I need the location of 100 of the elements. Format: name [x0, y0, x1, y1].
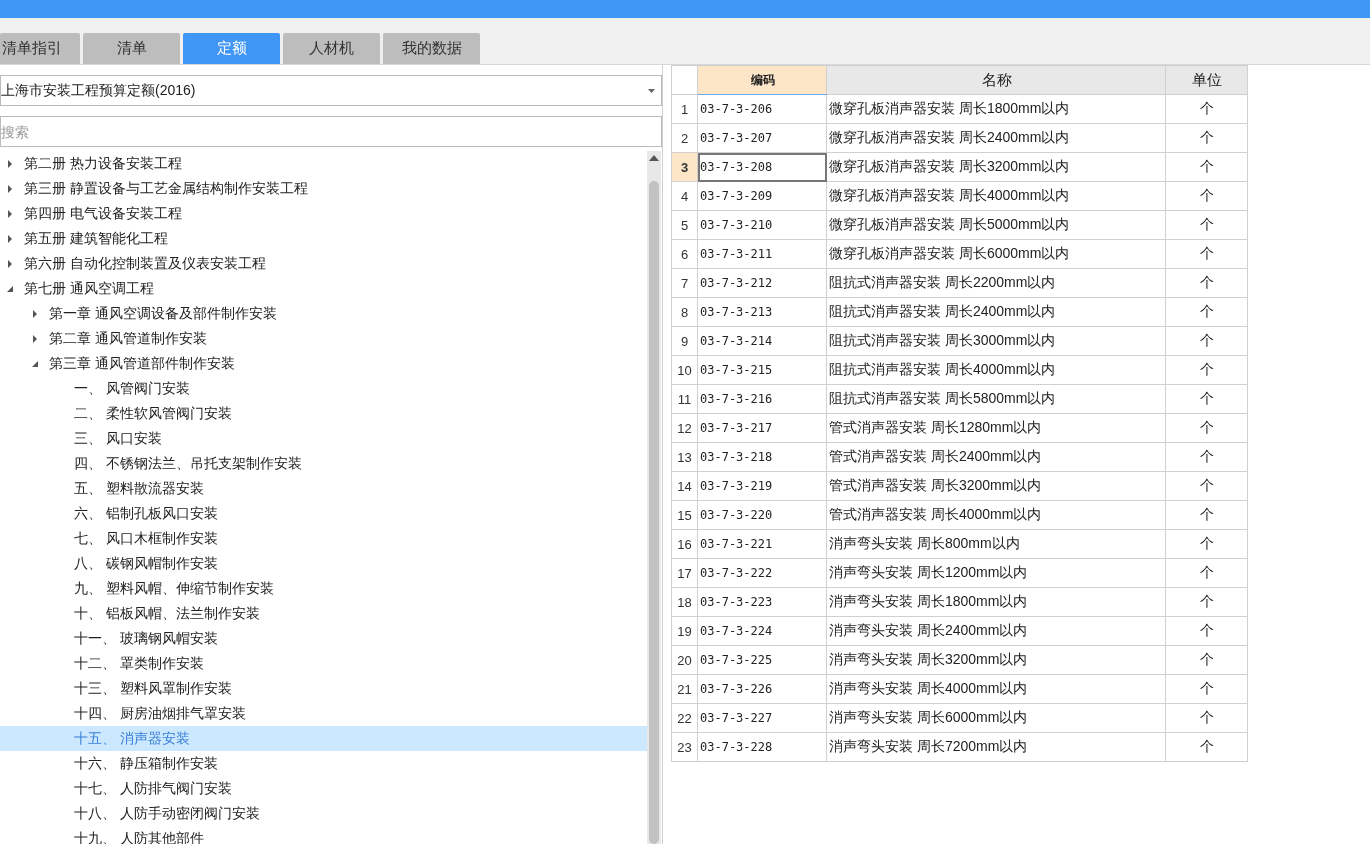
table-cell: 03-7-3-221	[697, 529, 827, 559]
tree-item[interactable]: 七、 风口木框制作安装	[0, 526, 647, 551]
scrollbar[interactable]	[647, 151, 661, 844]
table-cell: 管式消声器安装 周长4000mm以内	[826, 500, 1166, 530]
library-dropdown[interactable]: 上海市安装工程预算定额(2016)	[0, 75, 662, 106]
tree-item[interactable]: 十四、 厨房油烟排气罩安装	[0, 701, 647, 726]
tree-item[interactable]: 五、 塑料散流器安装	[0, 476, 647, 501]
expand-arrow-icon[interactable]	[6, 259, 14, 268]
table-cell: 03-7-3-223	[697, 587, 827, 617]
tree-item[interactable]: 第二册 热力设备安装工程	[0, 151, 647, 176]
expand-arrow-icon[interactable]	[6, 234, 14, 243]
row-number: 18	[671, 587, 698, 617]
column-header[interactable]: 单位	[1165, 65, 1248, 95]
scroll-up-arrow-icon[interactable]	[649, 155, 659, 161]
column-header[interactable]: 编码	[697, 65, 827, 95]
table-cell: 个	[1165, 355, 1248, 385]
row-number: 21	[671, 674, 698, 704]
table-cell: 管式消声器安装 周长2400mm以内	[826, 442, 1166, 472]
table-cell: 消声弯头安装 周长7200mm以内	[826, 732, 1166, 762]
table-cell: 03-7-3-222	[697, 558, 827, 588]
row-number: 11	[671, 384, 698, 414]
table-cell: 消声弯头安装 周长1800mm以内	[826, 587, 1166, 617]
tab[interactable]: 人材机	[283, 33, 380, 64]
row-number: 9	[671, 326, 698, 356]
collapse-arrow-icon[interactable]	[6, 284, 14, 293]
row-number: 5	[671, 210, 698, 240]
table-cell: 个	[1165, 587, 1248, 617]
table-cell: 03-7-3-210	[697, 210, 827, 240]
tab[interactable]: 我的数据	[383, 33, 480, 64]
expand-arrow-icon[interactable]	[31, 334, 39, 343]
table-cell: 阻抗式消声器安装 周长5800mm以内	[826, 384, 1166, 414]
row-number: 14	[671, 471, 698, 501]
table-cell: 03-7-3-224	[697, 616, 827, 646]
row-number: 3	[671, 152, 698, 182]
tree-item[interactable]: 十一、 玻璃钢风帽安装	[0, 626, 647, 651]
table-cell: 阻抗式消声器安装 周长2200mm以内	[826, 268, 1166, 298]
table-cell: 微穿孔板消声器安装 周长5000mm以内	[826, 210, 1166, 240]
table-cell: 03-7-3-207	[697, 123, 827, 153]
tree-item[interactable]: 第七册 通风空调工程	[0, 276, 647, 301]
table-cell: 03-7-3-227	[697, 703, 827, 733]
table-cell: 微穿孔板消声器安装 周长4000mm以内	[826, 181, 1166, 211]
tree-item[interactable]: 十、 铝板风帽、法兰制作安装	[0, 601, 647, 626]
row-number: 16	[671, 529, 698, 559]
table-cell: 03-7-3-215	[697, 355, 827, 385]
tree-item[interactable]: 八、 碳钢风帽制作安装	[0, 551, 647, 576]
tree-item[interactable]: 第六册 自动化控制装置及仪表安装工程	[0, 251, 647, 276]
tree-item[interactable]: 二、 柔性软风管阀门安装	[0, 401, 647, 426]
table-cell: 个	[1165, 297, 1248, 327]
table-cell: 消声弯头安装 周长6000mm以内	[826, 703, 1166, 733]
expand-arrow-icon[interactable]	[6, 184, 14, 193]
table-cell: 管式消声器安装 周长3200mm以内	[826, 471, 1166, 501]
row-number: 8	[671, 297, 698, 327]
tree-item[interactable]: 四、 不锈钢法兰、吊托支架制作安装	[0, 451, 647, 476]
tree-item[interactable]: 九、 塑料风帽、伸缩节制作安装	[0, 576, 647, 601]
table-cell: 阻抗式消声器安装 周长2400mm以内	[826, 297, 1166, 327]
tree-item[interactable]: 十二、 罩类制作安装	[0, 651, 647, 676]
caret-icon	[648, 88, 655, 93]
table-cell: 03-7-3-216	[697, 384, 827, 414]
tree-item[interactable]: 十九、 人防其他部件	[0, 826, 647, 844]
row-number: 13	[671, 442, 698, 472]
row-number: 10	[671, 355, 698, 385]
tree-item[interactable]: 十八、 人防手动密闭阀门安装	[0, 801, 647, 826]
table-cell: 消声弯头安装 周长3200mm以内	[826, 645, 1166, 675]
tree-item[interactable]: 六、 铝制孔板风口安装	[0, 501, 647, 526]
tab[interactable]: 清单	[83, 33, 180, 64]
row-number: 4	[671, 181, 698, 211]
table-cell: 微穿孔板消声器安装 周长2400mm以内	[826, 123, 1166, 153]
tab[interactable]: 清单指引	[0, 33, 80, 64]
expand-arrow-icon[interactable]	[31, 309, 39, 318]
table-cell: 个	[1165, 268, 1248, 298]
table-cell: 03-7-3-220	[697, 500, 827, 530]
expand-arrow-icon[interactable]	[6, 209, 14, 218]
tree-item[interactable]: 第五册 建筑智能化工程	[0, 226, 647, 251]
table-cell: 微穿孔板消声器安装 周长1800mm以内	[826, 94, 1166, 124]
tree-item[interactable]: 第四册 电气设备安装工程	[0, 201, 647, 226]
table-cell: 03-7-3-213	[697, 297, 827, 327]
table-cell: 个	[1165, 442, 1248, 472]
tree-item[interactable]: 十七、 人防排气阀门安装	[0, 776, 647, 801]
column-header[interactable]: 名称	[826, 65, 1166, 95]
tree-item[interactable]: 第一章 通风空调设备及部件制作安装	[0, 301, 647, 326]
table-cell: 03-7-3-218	[697, 442, 827, 472]
tree-item[interactable]: 第三册 静置设备与工艺金属结构制作安装工程	[0, 176, 647, 201]
table-cell: 个	[1165, 645, 1248, 675]
table-cell: 03-7-3-228	[697, 732, 827, 762]
tree-item[interactable]: 第二章 通风管道制作安装	[0, 326, 647, 351]
tree-item[interactable]: 十三、 塑料风罩制作安装	[0, 676, 647, 701]
tree-item[interactable]: 第三章 通风管道部件制作安装	[0, 351, 647, 376]
tree-item[interactable]: 一、 风管阀门安装	[0, 376, 647, 401]
tree-item[interactable]: 十六、 静压箱制作安装	[0, 751, 647, 776]
tree-item[interactable]: 三、 风口安装	[0, 426, 647, 451]
table-cell: 03-7-3-211	[697, 239, 827, 269]
table-cell: 微穿孔板消声器安装 周长6000mm以内	[826, 239, 1166, 269]
expand-arrow-icon[interactable]	[6, 159, 14, 168]
table-cell: 个	[1165, 500, 1248, 530]
table-cell: 微穿孔板消声器安装 周长3200mm以内	[826, 152, 1166, 182]
table-cell: 03-7-3-214	[697, 326, 827, 356]
table-cell: 03-7-3-225	[697, 645, 827, 675]
table-cell: 个	[1165, 616, 1248, 646]
search-field[interactable]: 搜索	[0, 116, 662, 147]
collapse-arrow-icon[interactable]	[31, 359, 39, 368]
